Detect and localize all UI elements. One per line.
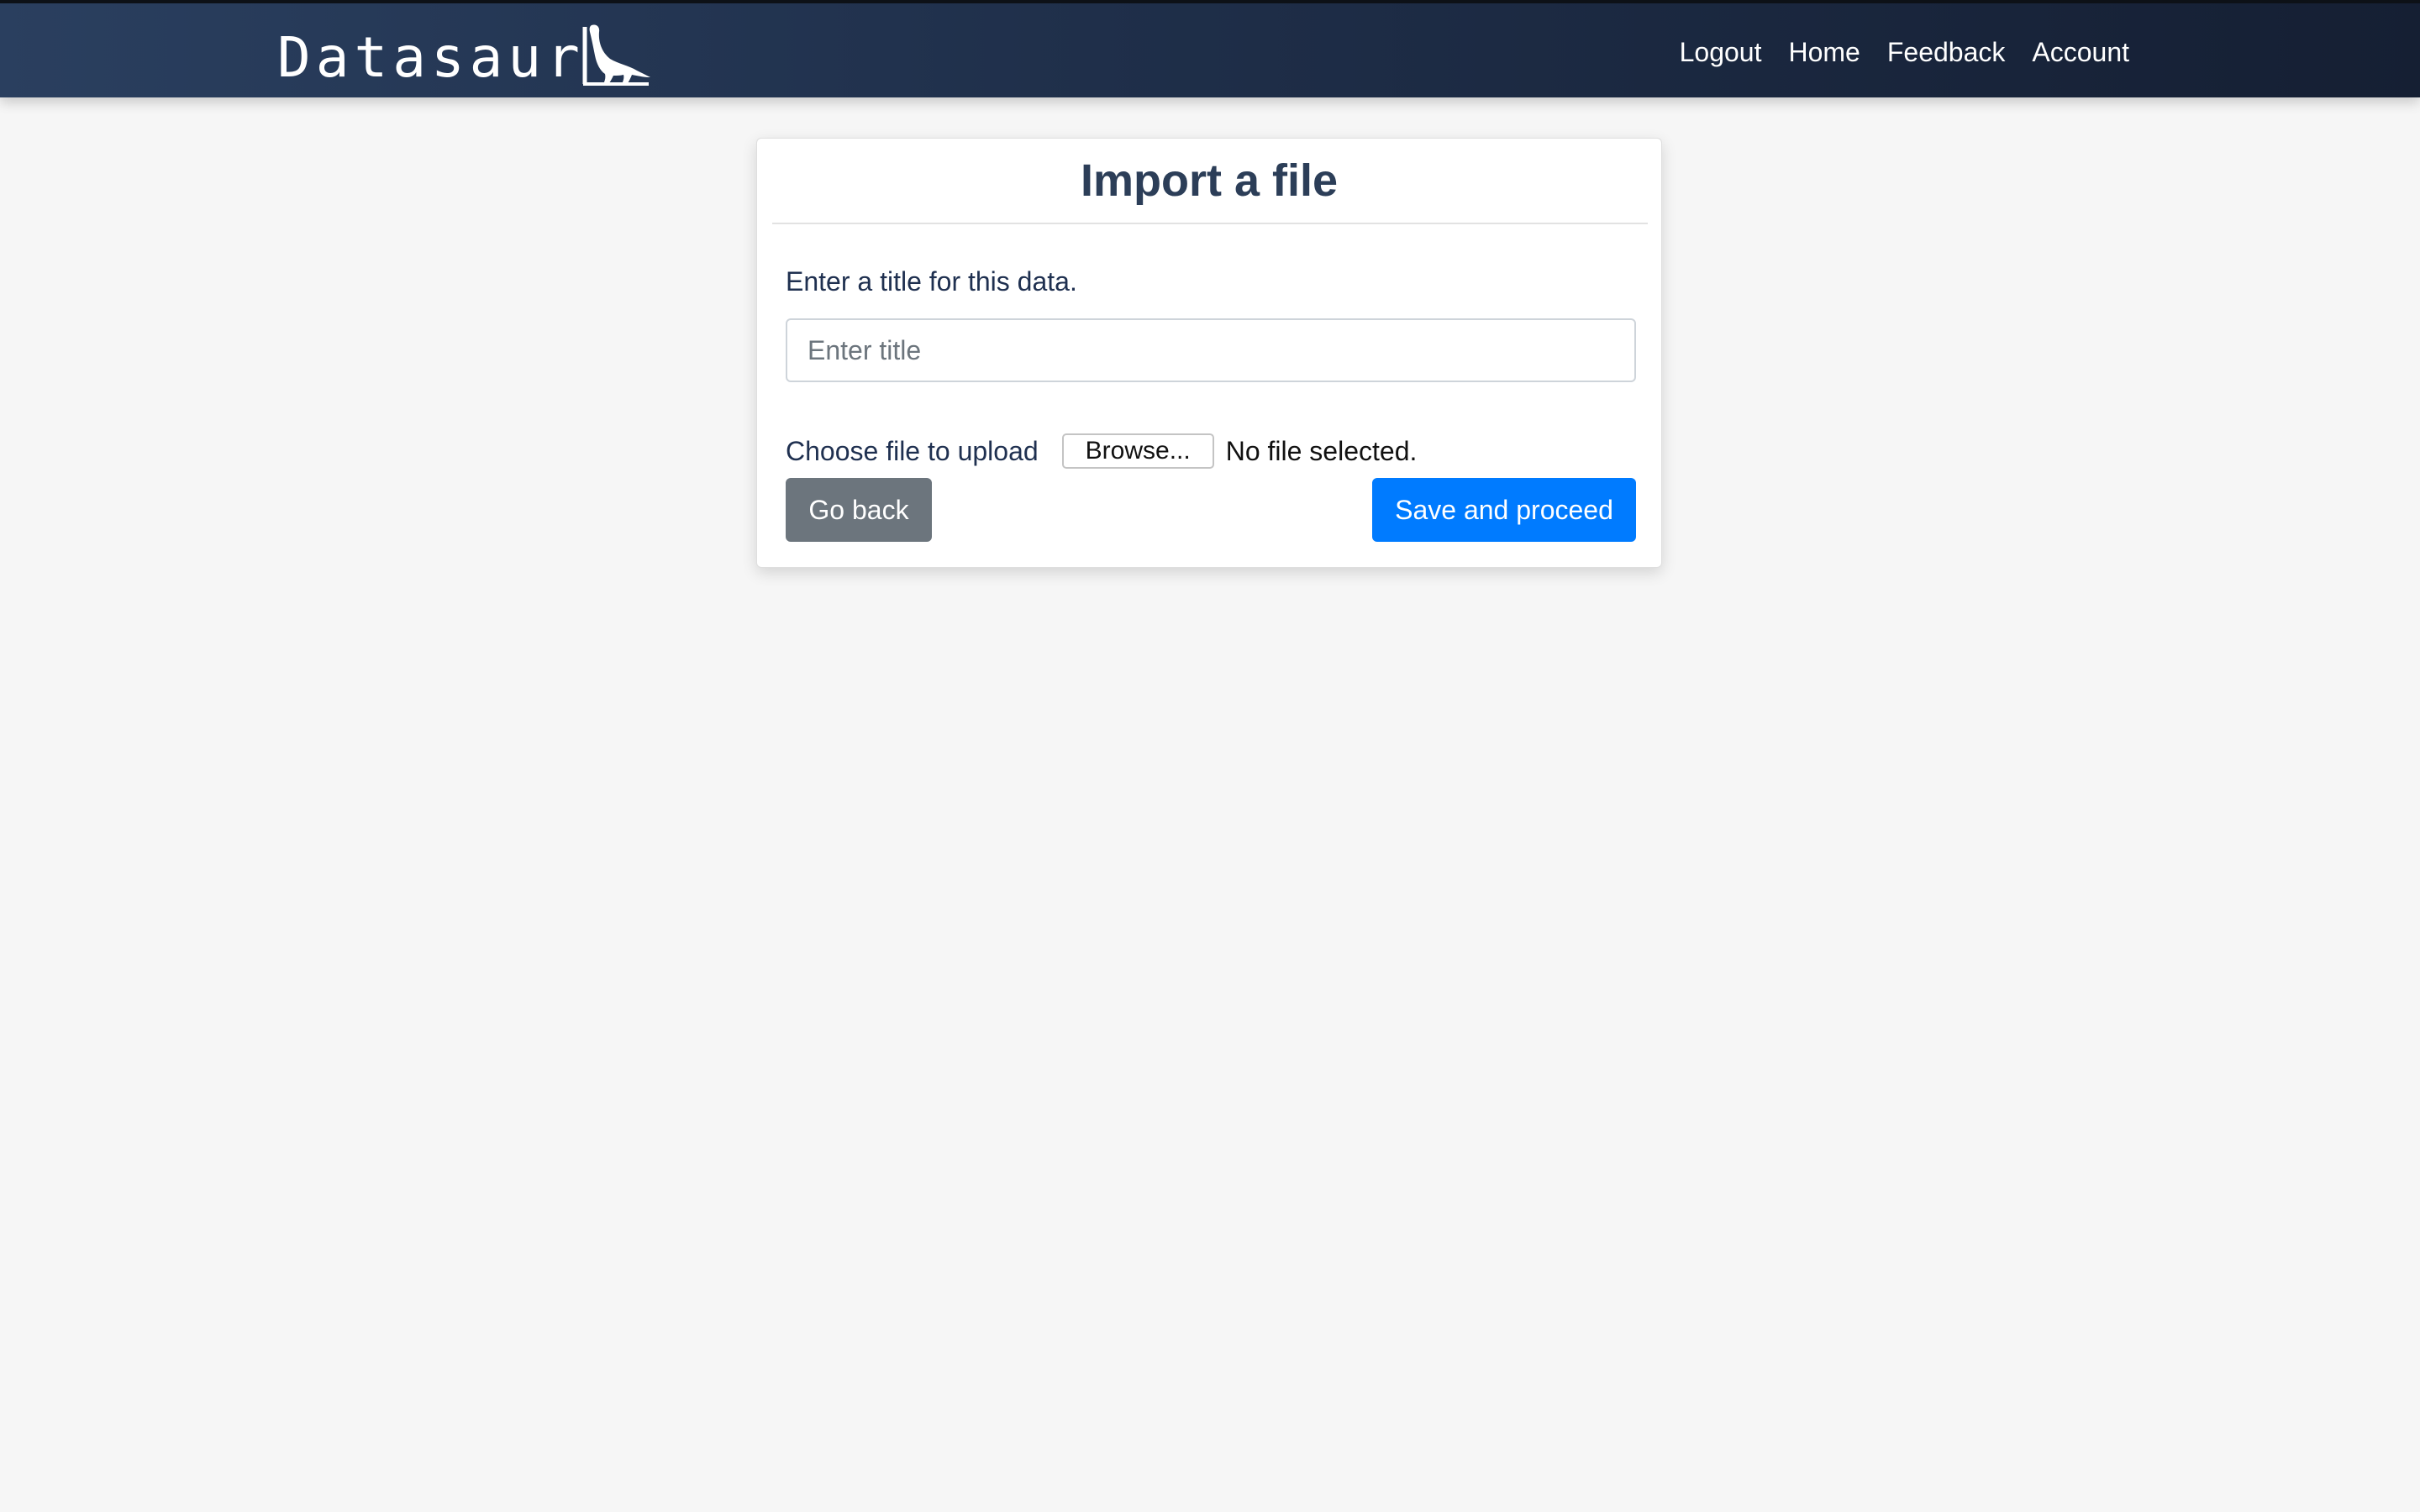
import-card: Import a file Enter a title for this dat…	[756, 138, 1662, 568]
nav-home-link[interactable]: Home	[1788, 37, 1860, 68]
brand-name: Datasaur	[277, 25, 585, 90]
top-navbar: Datasaur Logout Home Feedback Account	[0, 0, 2420, 97]
dinosaur-icon	[582, 24, 650, 86]
title-divider	[772, 223, 1648, 224]
file-status-text: No file selected.	[1225, 435, 1418, 466]
nav-feedback-link[interactable]: Feedback	[1887, 37, 2006, 68]
file-upload-label: Choose file to upload	[786, 435, 1039, 466]
save-and-proceed-button[interactable]: Save and proceed	[1372, 478, 1636, 542]
title-input[interactable]	[786, 318, 1636, 382]
file-upload-row: Choose file to upload Browse... No file …	[786, 426, 1417, 476]
nav-logout-link[interactable]: Logout	[1680, 37, 1762, 68]
browse-button[interactable]: Browse...	[1061, 433, 1214, 469]
title-field-label: Enter a title for this data.	[786, 266, 1077, 297]
go-back-button[interactable]: Go back	[786, 478, 932, 542]
page-title: Import a file	[1080, 155, 1339, 206]
brand-link[interactable]: Datasaur	[277, 22, 650, 86]
nav-account-link[interactable]: Account	[2032, 37, 2129, 68]
nav-links: Logout Home Feedback Account	[1680, 3, 2129, 101]
